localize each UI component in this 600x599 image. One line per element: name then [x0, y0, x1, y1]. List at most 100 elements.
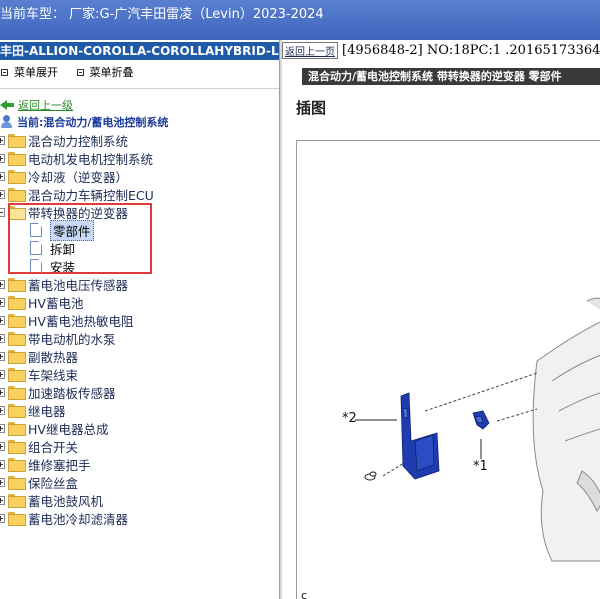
tree-item[interactable]: HV蓄电池	[0, 293, 279, 311]
folder-icon	[8, 386, 26, 400]
navigation-pane: 丰田-ALLION-COROLLA-COROLLAHYBRID-LEVIN-L …	[0, 40, 279, 599]
tree-item[interactable]: 冷却液（逆变器）	[0, 167, 279, 185]
folder-icon	[8, 188, 26, 202]
folder-icon	[8, 152, 26, 166]
expand-all-icon	[1, 68, 8, 76]
bracket-part-1	[472, 410, 490, 430]
vehicle-model-header: 丰田-ALLION-COROLLA-COROLLAHYBRID-LEVIN-L	[0, 42, 279, 60]
tree-item-label: 组合开关	[28, 439, 79, 455]
folder-icon	[8, 494, 26, 508]
folder-icon	[8, 134, 26, 148]
folder-icon	[8, 422, 26, 436]
user-icon	[0, 115, 14, 129]
back-link[interactable]: 返回上一级	[18, 97, 73, 113]
menu-collapse-button[interactable]: 菜单折叠	[76, 64, 134, 80]
folder-icon	[8, 368, 26, 382]
folder-icon	[8, 332, 26, 346]
breadcrumb: 混合动力/蓄电池控制系统 带转换器的逆变器 零部件	[302, 68, 600, 85]
tree-item[interactable]: 混合动力车辆控制ECU	[0, 185, 279, 203]
folder-icon	[8, 512, 26, 526]
tree-item[interactable]: 副散热器	[0, 347, 279, 365]
system-tree: 混合动力控制系统 电动机发电机控制系统 冷却液（逆变器） 混合动力车辆控制ECU…	[0, 131, 279, 527]
tree-item[interactable]: 车架线束	[0, 365, 279, 383]
collapse-icon[interactable]	[0, 207, 5, 217]
expand-icon[interactable]	[0, 135, 5, 145]
tree-item[interactable]: 蓄电池鼓风机	[0, 491, 279, 509]
document-header: 返回上一页 [4956848-2] NO:18PC:1 .20165173364	[282, 42, 600, 59]
folder-icon	[8, 278, 26, 292]
folder-icon	[8, 440, 26, 454]
tree-item[interactable]: 组合开关	[0, 437, 279, 455]
expand-icon[interactable]	[0, 459, 5, 469]
tree-item-label: 混合动力控制系统	[28, 133, 129, 149]
expand-icon[interactable]	[0, 369, 5, 379]
expand-icon[interactable]	[0, 477, 5, 487]
tree-item[interactable]: 带电动机的水泵	[0, 329, 279, 347]
tree-item[interactable]: 电动机发电机控制系统	[0, 149, 279, 167]
tree-item[interactable]: HV蓄电池热敏电阻	[0, 311, 279, 329]
document-reference: [4956848-2] NO:18PC:1 .20165173364	[342, 43, 600, 58]
tree-item-label: 加速踏板传感器	[28, 385, 116, 401]
expand-icon[interactable]	[0, 153, 5, 163]
back-page-button[interactable]: 返回上一页	[282, 42, 338, 59]
expand-icon[interactable]	[0, 333, 5, 343]
tree-item-label: 副散热器	[28, 349, 79, 365]
content-pane: 返回上一页 [4956848-2] NO:18PC:1 .20165173364…	[282, 40, 600, 599]
parts-illustration	[355, 297, 600, 562]
expand-icon[interactable]	[0, 405, 5, 415]
divider	[0, 88, 279, 89]
expand-icon[interactable]	[0, 189, 5, 199]
expand-icon[interactable]	[0, 171, 5, 181]
tree-item-label: HV蓄电池	[28, 295, 84, 311]
figure-corner-label: c	[301, 589, 308, 599]
tree-item-label: 混合动力车辆控制ECU	[28, 187, 154, 203]
expand-icon[interactable]	[0, 387, 5, 397]
tree-item-label: 蓄电池冷却滤清器	[28, 511, 129, 527]
collapse-all-icon	[76, 68, 84, 76]
folder-icon	[8, 458, 26, 472]
tree-item[interactable]: 蓄电池冷却滤清器	[0, 509, 279, 527]
menu-expand-button[interactable]: 菜单展开	[0, 64, 58, 80]
tree-item-label: 带电动机的水泵	[28, 331, 116, 347]
tree-item[interactable]: 加速踏板传感器	[0, 383, 279, 401]
window-title: 当前车型： 厂家:G-广汽丰田雷凌（Levin）2023-2024	[0, 7, 324, 22]
illustration-frame: *2 *1 c	[296, 140, 600, 599]
tree-item-label: 保险丝盒	[28, 475, 79, 491]
back-link-row[interactable]: 返回上一级	[0, 98, 73, 112]
tree-item-label: 电动机发电机控制系统	[28, 151, 154, 167]
expand-icon[interactable]	[0, 495, 5, 505]
expand-icon[interactable]	[0, 441, 5, 451]
menu-expand-label: 菜单展开	[14, 66, 58, 79]
tree-item-label: 蓄电池电压传感器	[28, 277, 129, 293]
expand-icon[interactable]	[0, 279, 5, 289]
back-arrow-icon	[0, 99, 16, 111]
expand-icon[interactable]	[0, 297, 5, 307]
folder-icon	[8, 350, 26, 364]
expand-icon[interactable]	[0, 351, 5, 361]
highlight-annotation	[8, 203, 152, 274]
tree-item-label: HV继电器总成	[28, 421, 109, 437]
tree-item-label: 冷却液（逆变器）	[28, 169, 129, 185]
inverter-housing	[532, 297, 600, 562]
tree-item-label: 维修塞把手	[28, 457, 91, 473]
callout-2: *2	[342, 411, 357, 426]
tree-item[interactable]: 继电器	[0, 401, 279, 419]
expand-icon[interactable]	[0, 513, 5, 523]
window-titlebar: 当前车型： 厂家:G-广汽丰田雷凌（Levin）2023-2024	[0, 0, 600, 40]
current-location: 当前:混合动力/蓄电池控制系统	[0, 114, 168, 130]
folder-icon	[8, 404, 26, 418]
tree-item[interactable]: 维修塞把手	[0, 455, 279, 473]
callout-1: *1	[473, 459, 488, 474]
tree-item[interactable]: 混合动力控制系统	[0, 131, 279, 149]
tree-item[interactable]: 蓄电池电压传感器	[0, 275, 279, 293]
menu-toolbar: 菜单展开 菜单折叠	[0, 64, 148, 80]
expand-icon[interactable]	[0, 423, 5, 433]
expand-icon[interactable]	[0, 315, 5, 325]
bracket-part-2	[400, 392, 440, 480]
tree-item[interactable]: HV继电器总成	[0, 419, 279, 437]
section-title: 插图	[296, 99, 327, 117]
folder-icon	[8, 314, 26, 328]
tree-item[interactable]: 保险丝盒	[0, 473, 279, 491]
tree-item-label: 蓄电池鼓风机	[28, 493, 104, 509]
tree-item-label: 继电器	[28, 403, 66, 419]
